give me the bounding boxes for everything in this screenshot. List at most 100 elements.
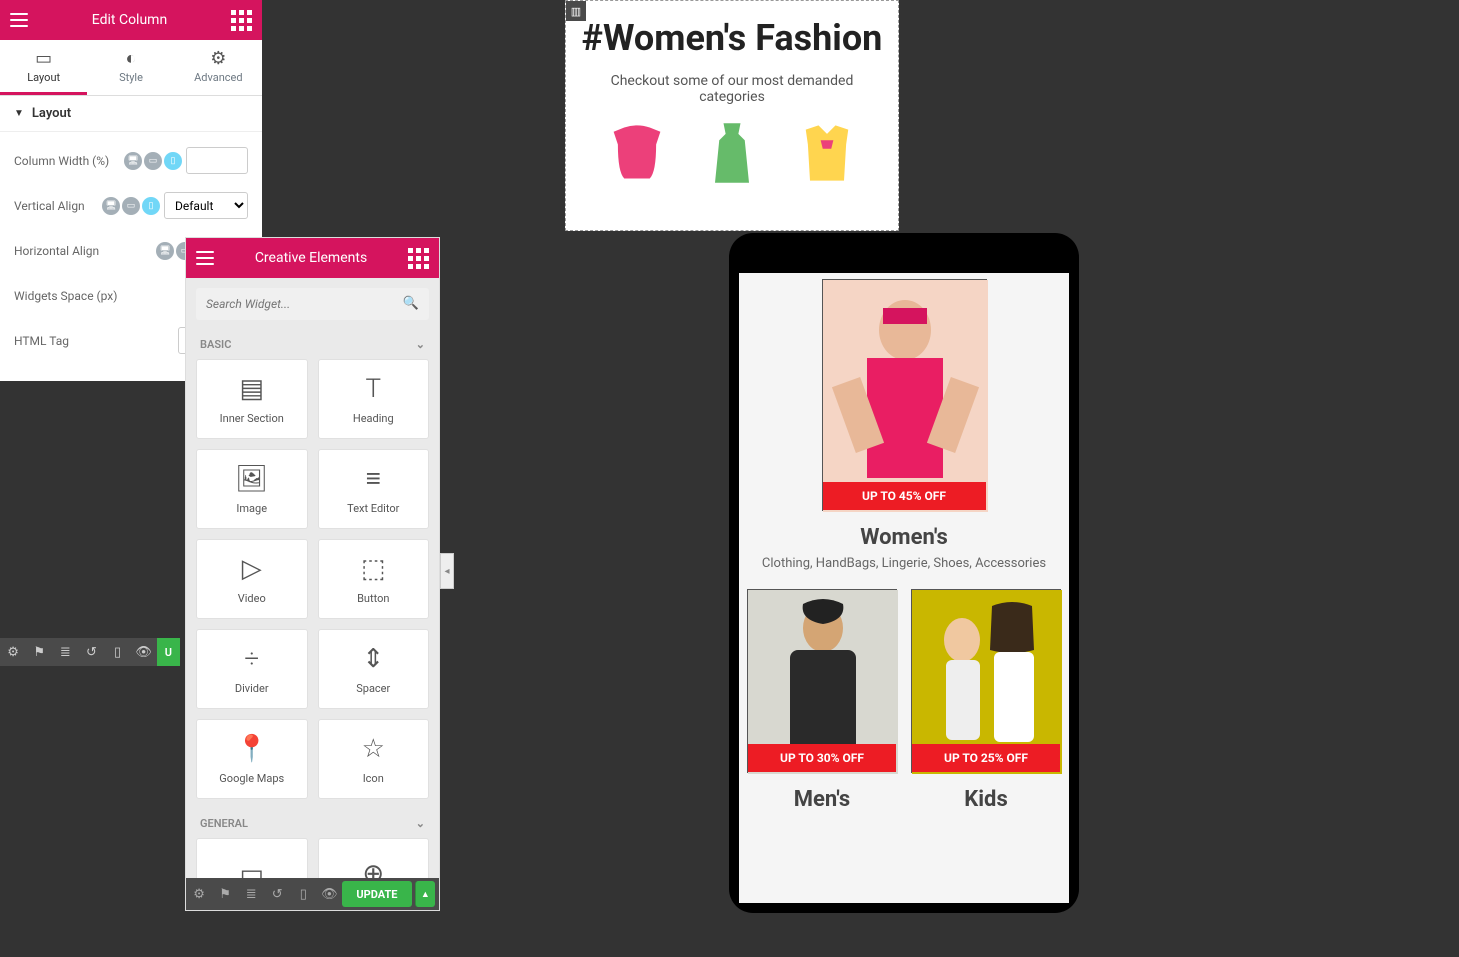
kids-title: Kids — [911, 787, 1061, 812]
women-subtitle: Clothing, HandBags, Lingerie, Shoes, Acc… — [747, 556, 1061, 571]
mobile-preview-frame: UP TO 45% OFF Women's Clothing, HandBags… — [729, 233, 1079, 913]
image-icon: 🖼 — [235, 464, 268, 494]
widget-button[interactable]: ⬚Button — [318, 539, 430, 619]
update-button[interactable]: UPDATE — [342, 881, 411, 907]
category-basic[interactable]: BASIC⌄ — [186, 330, 439, 359]
tab-layout[interactable]: ▭Layout — [0, 40, 87, 95]
preview-heading: #Women's Fashion — [566, 17, 898, 59]
grid-icon[interactable] — [231, 10, 252, 31]
caret-down-icon: ▼ — [14, 108, 24, 119]
widget-image[interactable]: 🖼Image — [196, 449, 308, 529]
panel2-title: Creative Elements — [255, 250, 367, 266]
advanced-icon: ⚙ — [175, 48, 262, 69]
settings-icon[interactable]: ⚙ — [186, 887, 212, 902]
collapse-panel-button[interactable]: ◂ — [440, 553, 454, 589]
cards-row: UP TO 30% OFF Men's UP TO 25% OFF Kids — [747, 589, 1061, 830]
panel-title: Edit Column — [92, 12, 167, 28]
widget-heading[interactable]: THeading — [318, 359, 430, 439]
settings-icon[interactable]: ⚙ — [0, 645, 26, 660]
device-mobile[interactable]: ▯ — [164, 152, 182, 170]
button-icon: ⬚ — [361, 554, 386, 584]
men-title: Men's — [747, 787, 897, 812]
device-tablet[interactable]: ▭ — [144, 152, 162, 170]
undo-icon[interactable]: ↺ — [78, 645, 104, 660]
section-handle-icon[interactable]: ▥ — [566, 1, 586, 21]
panel2-footer: ⚙ ⚑ ≣ ↺ ▯ 👁 UPDATE ▲ — [186, 878, 439, 910]
vertical-align-control: Vertical Align 🖥▭▯ Default — [14, 183, 248, 228]
menu-icon[interactable] — [10, 13, 28, 27]
men-image: UP TO 30% OFF — [747, 589, 897, 773]
chevron-down-icon: ⌄ — [416, 817, 425, 830]
desktop-preview: ▥ #Women's Fashion Checkout some of our … — [565, 0, 899, 231]
map-icon: 📍 — [236, 734, 268, 764]
men-discount-band: UP TO 30% OFF — [748, 744, 896, 772]
preview-sub: Checkout some of our most demanded categ… — [594, 73, 870, 105]
widget-spacer[interactable]: ⇕Spacer — [318, 629, 430, 709]
section-layout[interactable]: ▼Layout — [0, 96, 262, 132]
video-icon: ▷ — [242, 554, 262, 584]
category-general[interactable]: GENERAL⌄ — [186, 809, 439, 838]
update-caret[interactable]: ▲ — [415, 881, 436, 907]
kids-card[interactable]: UP TO 25% OFF Kids — [911, 589, 1061, 812]
column-width-input[interactable] — [186, 147, 248, 174]
device-desktop[interactable]: 🖥 — [102, 197, 120, 215]
category-icons — [566, 119, 898, 187]
panel-header: Edit Column — [0, 0, 262, 40]
panel1-footer: ⚙ ⚑ ≣ ↺ ▯ 👁 U — [0, 638, 180, 666]
mobile-preview-screen: UP TO 45% OFF Women's Clothing, HandBags… — [739, 273, 1069, 903]
panel-tabs: ▭Layout ◐Style ⚙Advanced — [0, 40, 262, 96]
divider-icon: ÷ — [244, 644, 259, 674]
layout-icon: ▭ — [0, 48, 87, 69]
mobile-icon[interactable]: ▯ — [290, 887, 316, 902]
blouse-icon — [793, 119, 861, 187]
men-card[interactable]: UP TO 30% OFF Men's — [747, 589, 897, 812]
widget-icon[interactable]: ☆Icon — [318, 719, 430, 799]
flag-icon[interactable]: ⚑ — [26, 645, 52, 660]
inner-section-icon: ▤ — [239, 374, 264, 404]
device-mobile[interactable]: ▯ — [142, 197, 160, 215]
widgets-grid: ▤Inner Section THeading 🖼Image ≡Text Edi… — [186, 359, 439, 809]
mobile-icon[interactable]: ▯ — [105, 645, 131, 660]
widget-google-maps[interactable]: 📍Google Maps — [196, 719, 308, 799]
tab-style[interactable]: ◐Style — [87, 40, 174, 95]
vertical-align-select[interactable]: Default — [164, 192, 248, 219]
search-wrapper: 🔍 — [186, 278, 439, 330]
widget-generic[interactable]: ⊕ — [318, 838, 430, 878]
widget-video[interactable]: ▷Video — [196, 539, 308, 619]
layers-icon[interactable]: ≣ — [238, 887, 264, 902]
women-title: Women's — [747, 525, 1061, 550]
heading-icon: T — [365, 374, 381, 404]
search-input[interactable] — [196, 288, 429, 320]
widget-divider[interactable]: ÷Divider — [196, 629, 308, 709]
device-tablet[interactable]: ▭ — [122, 197, 140, 215]
search-icon[interactable]: 🔍 — [403, 296, 419, 311]
widget-text-editor[interactable]: ≡Text Editor — [318, 449, 430, 529]
menu-icon[interactable] — [196, 251, 214, 265]
text-editor-icon: ≡ — [366, 463, 381, 494]
panel2-header: Creative Elements — [186, 238, 439, 278]
women-discount-band: UP TO 45% OFF — [823, 482, 986, 510]
eye-icon[interactable]: 👁 — [131, 645, 157, 660]
widget-inner-section[interactable]: ▤Inner Section — [196, 359, 308, 439]
device-desktop[interactable]: 🖥 — [156, 242, 174, 260]
women-card[interactable]: UP TO 45% OFF Women's Clothing, HandBags… — [747, 279, 1061, 571]
eye-icon[interactable]: 👁 — [316, 887, 342, 902]
kids-image: UP TO 25% OFF — [911, 589, 1061, 773]
chevron-down-icon: ⌄ — [416, 338, 425, 351]
column-width-control: Column Width (%) 🖥▭▯ — [14, 138, 248, 183]
update-button-truncated[interactable]: U — [157, 638, 180, 666]
women-image: UP TO 45% OFF — [822, 279, 987, 511]
undo-icon[interactable]: ↺ — [264, 887, 290, 902]
tab-advanced[interactable]: ⚙Advanced — [175, 40, 262, 95]
grid-icon[interactable] — [408, 248, 429, 269]
device-desktop[interactable]: 🖥 — [124, 152, 142, 170]
widgets-grid-general: ▭ ⊕ — [186, 838, 439, 878]
flag-icon[interactable]: ⚑ — [212, 887, 238, 902]
spacer-icon: ⇕ — [362, 644, 384, 674]
star-icon: ☆ — [362, 734, 385, 764]
widget-generic[interactable]: ▭ — [196, 838, 308, 878]
kids-discount-band: UP TO 25% OFF — [912, 744, 1060, 772]
layers-icon[interactable]: ≣ — [52, 645, 78, 660]
top-icon — [603, 119, 671, 187]
device-switcher: 🖥▭▯ — [124, 152, 182, 170]
